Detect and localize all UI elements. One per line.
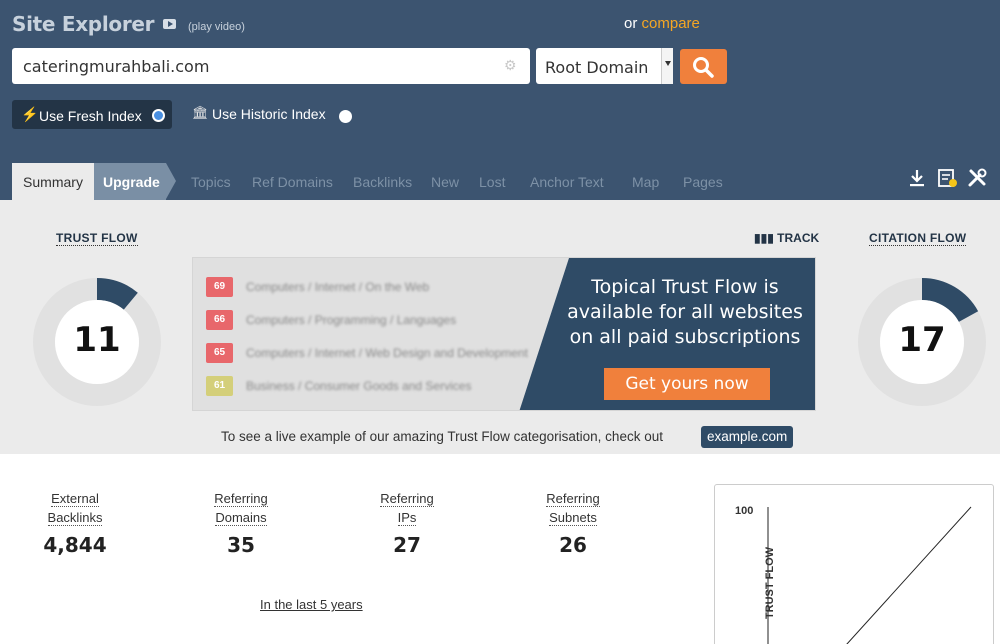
- stat-label-line2: IPs: [397, 510, 417, 526]
- play-video-link[interactable]: (play video): [188, 21, 245, 33]
- stat-referring-ips: Referring IPs 27: [342, 489, 472, 557]
- citation-flow-label: CITATION FLOW: [869, 231, 967, 246]
- stat-value[interactable]: 4,844: [10, 533, 140, 557]
- tab-map[interactable]: Map: [632, 163, 659, 200]
- trust-flow-graph: 100 TRUST FLOW: [714, 484, 994, 644]
- search-box: ⚙: [12, 48, 530, 84]
- promo-heading: Topical Trust Flow is available for all …: [567, 276, 803, 348]
- topic-score: 69: [206, 277, 233, 297]
- bank-icon: 🏛: [192, 105, 209, 120]
- track-label: TRACK: [777, 231, 820, 245]
- topic-score: 61: [206, 376, 233, 396]
- fresh-index-option[interactable]: ⚡ Use Fresh Index: [12, 100, 172, 129]
- tab-lost[interactable]: Lost: [479, 163, 505, 200]
- bolt-icon: ⚡: [21, 106, 39, 122]
- stat-label-line1: External: [51, 491, 99, 507]
- fresh-index-radio[interactable]: [152, 109, 165, 122]
- topical-trust-flow-promo: 69 Computers / Internet / On the Web 66 …: [192, 257, 816, 411]
- tab-new[interactable]: New: [431, 163, 459, 200]
- graph-y-max: 100: [735, 505, 754, 517]
- trust-flow-value: 11: [73, 320, 121, 360]
- topic-score: 65: [206, 343, 233, 363]
- topic-text: Computers / Programming / Languages: [246, 313, 457, 327]
- tab-backlinks[interactable]: Backlinks: [353, 163, 412, 200]
- stat-referring-domains: Referring Domains 35: [176, 489, 306, 557]
- topic-score: 66: [206, 310, 233, 330]
- stat-label-line1: Referring: [380, 491, 434, 507]
- stat-label-line2: Subnets: [549, 510, 597, 526]
- graph-lines: [767, 506, 972, 644]
- tab-pages[interactable]: Pages: [683, 163, 723, 200]
- example-link[interactable]: example.com: [701, 426, 794, 448]
- compare-link[interactable]: compare: [642, 15, 700, 32]
- stat-value[interactable]: 35: [176, 533, 306, 557]
- search-input[interactable]: [12, 48, 492, 84]
- stat-value[interactable]: 27: [342, 533, 472, 557]
- tab-topics[interactable]: Topics: [191, 163, 231, 200]
- tools-icon[interactable]: [967, 168, 989, 188]
- download-icon[interactable]: [908, 168, 926, 188]
- tab-upgrade[interactable]: Upgrade: [94, 163, 176, 200]
- citation-flow-value: 17: [898, 320, 946, 360]
- bar-chart-icon: ▮▮▮: [754, 231, 774, 245]
- historic-index-option[interactable]: 🏛 Use Historic Index: [192, 105, 326, 122]
- get-yours-now-button[interactable]: Get yours now: [604, 368, 770, 400]
- tab-anchor-text[interactable]: Anchor Text: [530, 163, 604, 200]
- stat-value[interactable]: 26: [508, 533, 638, 557]
- topic-text: Computers / Internet / On the Web: [246, 280, 430, 294]
- historic-index-radio[interactable]: [339, 110, 352, 123]
- play-icon[interactable]: [163, 19, 176, 29]
- tab-ref-domains[interactable]: Ref Domains: [252, 163, 333, 200]
- graph-y-label: TRUST FLOW: [764, 546, 777, 620]
- track-button[interactable]: ▮▮▮ TRACK: [754, 231, 819, 245]
- stat-label-line2: Backlinks: [47, 510, 103, 526]
- last-5-years-link[interactable]: In the last 5 years: [260, 597, 363, 612]
- trust-flow-label: TRUST FLOW: [56, 231, 138, 246]
- scope-select-value: Root Domain: [545, 58, 649, 77]
- or-text: or: [624, 15, 638, 32]
- tab-summary[interactable]: Summary: [12, 163, 94, 200]
- stat-external-backlinks: External Backlinks 4,844: [10, 489, 140, 557]
- fresh-index-label: Use Fresh Index: [39, 108, 142, 124]
- historic-index-label: Use Historic Index: [212, 106, 326, 122]
- search-button[interactable]: [680, 49, 727, 84]
- gear-icon[interactable]: ⚙: [504, 58, 518, 72]
- topic-text: Business / Consumer Goods and Services: [246, 379, 472, 393]
- stat-label-line1: Referring: [214, 491, 268, 507]
- scope-select[interactable]: Root Domain: [536, 48, 673, 84]
- stat-referring-subnets: Referring Subnets 26: [508, 489, 638, 557]
- page-title: Site Explorer: [12, 12, 155, 36]
- topic-text: Computers / Internet / Web Design and De…: [246, 346, 528, 360]
- chevron-down-icon[interactable]: [661, 48, 673, 84]
- search-icon: [693, 57, 714, 78]
- live-example-text: To see a live example of our amazing Tru…: [221, 429, 663, 444]
- stat-label-line1: Referring: [546, 491, 600, 507]
- or-compare: or compare: [624, 15, 700, 32]
- stat-label-line2: Domains: [215, 510, 267, 526]
- export-report-icon[interactable]: [938, 168, 958, 188]
